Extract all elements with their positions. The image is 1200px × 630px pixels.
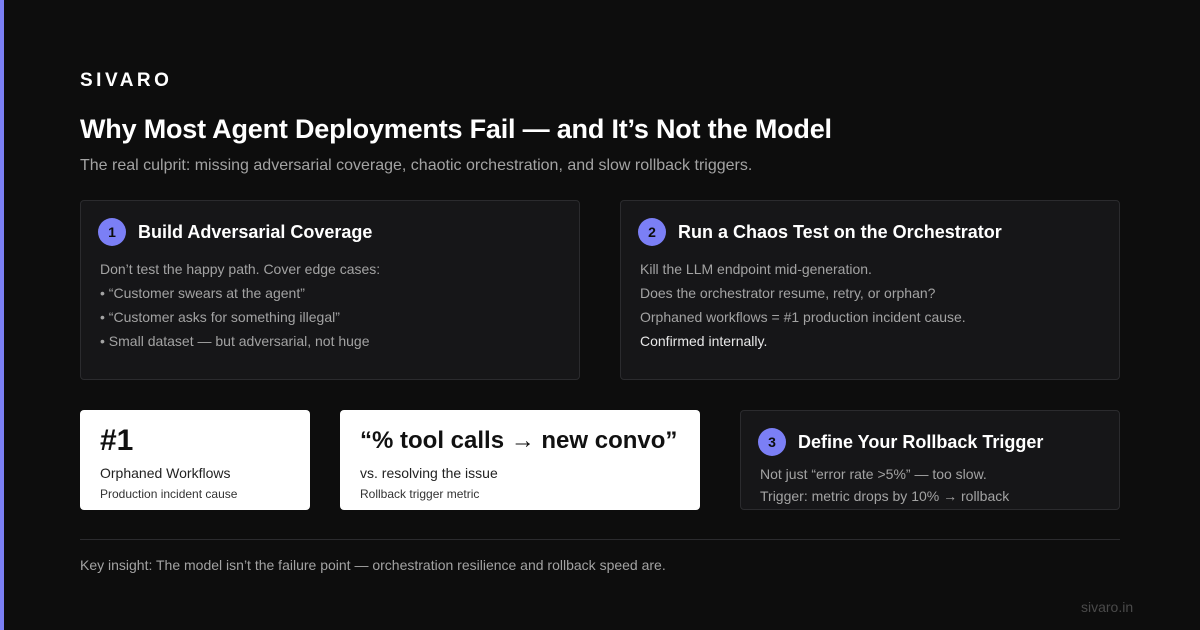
card-header: 1 Build Adversarial Coverage (98, 218, 372, 246)
card-title: Run a Chaos Test on the Orchestrator (678, 221, 1002, 242)
card-line-highlight: Confirmed internally. (640, 333, 768, 349)
card-body: Not just “error rate >5%” — too slow. Tr… (760, 463, 1009, 507)
stat-card-orphaned-workflows: #1 Orphaned Workflows Production inciden… (80, 410, 310, 510)
stat-caption: Rollback trigger metric (360, 487, 480, 501)
stat-card-rollback-metric: “% tool calls → new convo” vs. resolving… (340, 410, 700, 510)
step-number-badge: 3 (758, 428, 786, 456)
card-header: 3 Define Your Rollback Trigger (758, 428, 1043, 456)
brand-logo: SIVARO (80, 70, 173, 91)
card-line: Trigger: metric drops by 10% → rollback (760, 488, 1010, 504)
card-line: Does the orchestrator resume, retry, or … (640, 285, 936, 301)
card-rollback-trigger: 3 Define Your Rollback Trigger Not just … (740, 410, 1120, 510)
page-title: Why Most Agent Deployments Fail — and It… (80, 114, 832, 144)
card-adversarial-coverage: 1 Build Adversarial Coverage Don’t test … (80, 200, 580, 380)
stat-caption: Production incident cause (100, 487, 238, 501)
stat-value: #1 (100, 424, 134, 457)
accent-bar (0, 0, 4, 630)
card-chaos-test: 2 Run a Chaos Test on the Orchestrator K… (620, 200, 1120, 380)
card-body: Don’t test the happy path. Cover edge ca… (100, 257, 380, 353)
card-line: Not just “error rate >5%” — too slow. (760, 466, 987, 482)
card-title: Define Your Rollback Trigger (798, 431, 1044, 452)
card-title: Build Adversarial Coverage (138, 221, 373, 242)
card-line: • Small dataset — but adversarial, not h… (100, 333, 370, 349)
card-body: Kill the LLM endpoint mid-generation. Do… (640, 257, 966, 353)
stat-value: “% tool calls → new convo” (360, 427, 678, 454)
site-url: sivaro.in (1081, 599, 1134, 615)
card-line: • “Customer asks for something illegal” (100, 309, 340, 325)
card-line: Orphaned workflows = #1 production incid… (640, 309, 966, 325)
card-line: • “Customer swears at the agent” (100, 285, 305, 301)
page-subtitle: The real culprit: missing adversarial co… (80, 157, 753, 174)
card-line: Kill the LLM endpoint mid-generation. (640, 261, 872, 277)
card-line: Don’t test the happy path. Cover edge ca… (100, 261, 381, 277)
divider (80, 539, 1120, 540)
stat-label: vs. resolving the issue (360, 465, 498, 481)
card-header: 2 Run a Chaos Test on the Orchestrator (638, 218, 1002, 246)
step-number-badge: 1 (98, 218, 126, 246)
stat-label: Orphaned Workflows (100, 465, 231, 481)
step-number-badge: 2 (638, 218, 666, 246)
key-insight: Key insight: The model isn’t the failure… (80, 557, 666, 573)
